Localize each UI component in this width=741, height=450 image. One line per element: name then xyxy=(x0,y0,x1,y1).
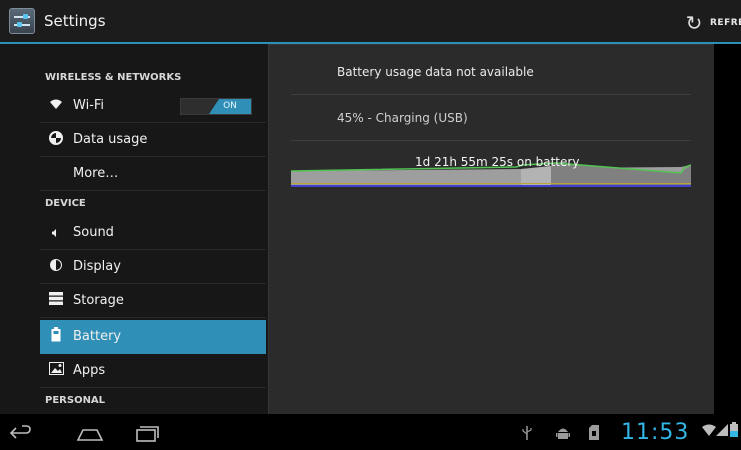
section-header-personal: PERSONAL xyxy=(45,395,106,406)
divider xyxy=(291,94,691,95)
sidebar-item-label: Storage xyxy=(73,293,124,308)
battery-detail-pane: Battery usage data not available 45% - C… xyxy=(268,44,714,414)
battery-charging-icon xyxy=(730,422,738,441)
sidebar-item-label: Display xyxy=(73,259,121,274)
display-icon xyxy=(46,258,66,276)
recent-apps-icon[interactable] xyxy=(134,424,160,446)
battery-status[interactable]: 45% - Charging (USB) xyxy=(337,111,468,125)
sidebar-item-data-usage[interactable]: Data usage xyxy=(40,123,266,157)
status-clock: 11:53 xyxy=(621,420,690,445)
sidebar-item-storage[interactable]: Storage xyxy=(40,284,266,318)
sidebar-item-display[interactable]: Display xyxy=(40,250,266,284)
section-header-device: DEVICE xyxy=(45,198,86,209)
home-icon[interactable] xyxy=(76,424,104,446)
refresh-label: REFRESH xyxy=(710,18,741,28)
sidebar-item-label: More… xyxy=(73,166,119,181)
divider xyxy=(291,140,691,141)
action-bar: Settings ↻ REFRESH xyxy=(0,0,741,44)
settings-sliders-icon[interactable] xyxy=(9,8,35,34)
battery-icon xyxy=(46,327,66,346)
data-usage-icon xyxy=(46,130,66,149)
sidebar-item-label: Sound xyxy=(73,225,114,240)
wifi-toggle-on: ON xyxy=(209,99,251,114)
sidebar-item-label: Apps xyxy=(73,363,106,378)
cell-signal-icon xyxy=(716,424,728,440)
section-header-wireless: WIRELESS & NETWORKS xyxy=(45,72,182,83)
back-icon[interactable] xyxy=(8,424,32,446)
sidebar-item-sound[interactable]: 🔈︎ Sound xyxy=(40,216,266,250)
storage-icon xyxy=(46,292,66,309)
wifi-signal-icon xyxy=(702,424,716,440)
wifi-toggle[interactable]: ON xyxy=(180,98,252,115)
sidebar-item-more[interactable]: More… xyxy=(40,157,266,191)
battery-message: Battery usage data not available xyxy=(337,65,534,79)
settings-sidebar: WIRELESS & NETWORKS Wi-Fi ON Data usage … xyxy=(0,44,268,414)
sidebar-item-label: Data usage xyxy=(73,132,148,147)
graph-label: 1d 21h 55m 25s on battery xyxy=(415,155,580,169)
system-navigation-bar: 11:53 xyxy=(0,414,741,450)
app-title: Settings xyxy=(44,12,106,30)
speaker-icon: 🔈︎ xyxy=(51,224,61,241)
refresh-icon: ↻ xyxy=(685,11,703,35)
apps-icon xyxy=(46,362,66,379)
usb-icon xyxy=(522,425,532,445)
android-debug-icon xyxy=(556,425,570,445)
sidebar-item-apps[interactable]: Apps xyxy=(40,354,266,388)
sidebar-item-wifi[interactable]: Wi-Fi ON xyxy=(40,89,266,123)
sidebar-item-battery[interactable]: Battery xyxy=(40,320,266,354)
sidebar-item-label: Battery xyxy=(73,329,122,344)
wifi-icon xyxy=(46,98,66,114)
sd-card-icon xyxy=(589,425,599,444)
sidebar-item-label: Wi-Fi xyxy=(73,98,105,113)
refresh-button[interactable]: ↻ REFRESH xyxy=(683,13,741,33)
